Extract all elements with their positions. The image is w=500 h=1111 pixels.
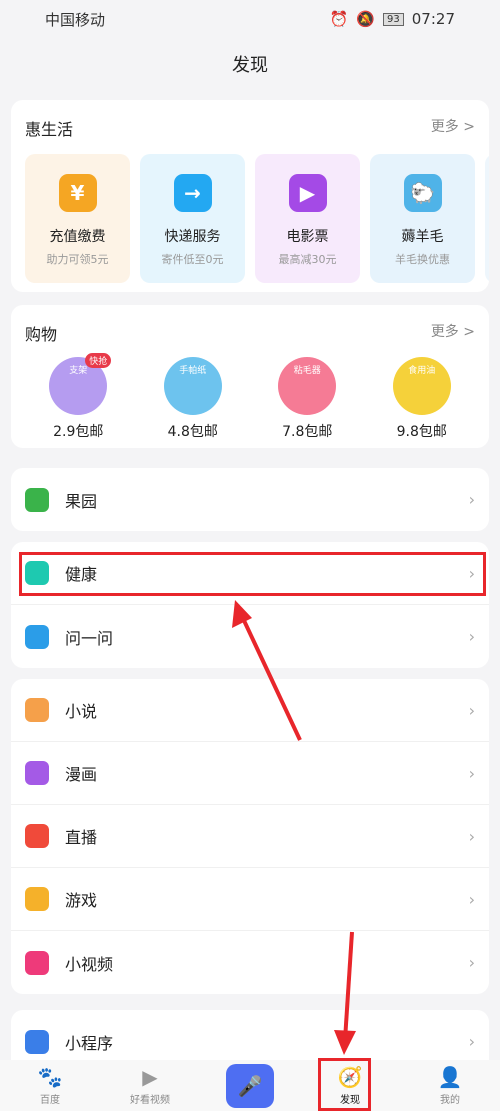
arrow-line bbox=[238, 611, 302, 741]
arrowhead bbox=[232, 600, 252, 628]
arrow-line bbox=[343, 931, 354, 1041]
arrowhead bbox=[334, 1030, 356, 1055]
annotation-arrows bbox=[232, 600, 356, 1055]
